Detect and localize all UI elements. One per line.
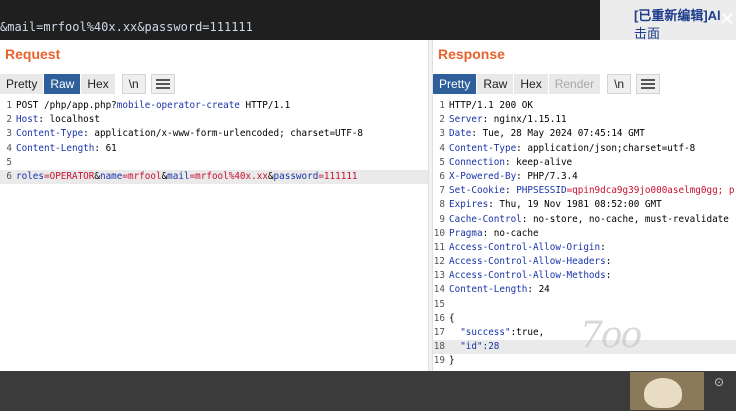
request-tab-hex[interactable]: Hex [81, 73, 115, 94]
request-line: 1 POST /php/app.php?mobile-operator-creat… [6, 100, 291, 111]
response-view-tabs: Pretty Raw Hex Render \n [433, 73, 661, 94]
response-line: 10 Pragma: no-cache [433, 227, 539, 239]
request-pane: Request Pretty Raw Hex \n 1 POST /php/app… [0, 40, 428, 371]
request-body-line: 6 roles=OPERATOR&name=mrfool&mail=mrfool%… [0, 169, 428, 185]
background-browser-bar: &mail=mrfool%40x.xx&password=111111 [已重新… [0, 0, 736, 41]
response-line: 7 Set-Cookie: PHPSESSID=qpin9dca9g39jo000… [439, 185, 735, 197]
response-line: 9 Cache-Control: no-store, no-cache, must… [439, 213, 729, 225]
response-tab-render[interactable]: Render [548, 73, 601, 94]
request-line: 5 [6, 156, 12, 168]
request-tab-pretty[interactable]: Pretty [0, 73, 44, 94]
clock-icon: ⊙ [714, 375, 725, 389]
background-footer: ⊙ [0, 371, 736, 411]
response-line: 2 Server: nginx/1.15.11 [439, 114, 567, 126]
request-newline-toggle[interactable]: \n [121, 73, 146, 94]
request-tab-raw[interactable]: Raw [44, 73, 81, 94]
response-menu-icon[interactable] [636, 73, 661, 94]
request-title: Request [5, 46, 61, 62]
background-thumbnail [630, 372, 704, 410]
background-side-panel: [已重新编辑]Al 击面 [600, 0, 736, 41]
request-editor[interactable]: 1 POST /php/app.php?mobile-operator-creat… [0, 99, 428, 185]
response-line: 3 Date: Tue, 28 May 2024 07:45:14 GMT [439, 128, 645, 140]
response-line: 14 Content-Length: 24 [433, 284, 550, 296]
response-line: 6 X-Powered-By: PHP/7.3.4 [439, 170, 578, 182]
response-line: 19} [433, 355, 455, 367]
request-view-tabs: Pretty Raw Hex \n [0, 73, 176, 94]
background-side-title: [已重新编辑]Al [634, 8, 721, 23]
response-line: 13 Access-Control-Allow-Methods: [433, 270, 612, 282]
pane-splitter[interactable] [428, 40, 433, 371]
response-tab-hex[interactable]: Hex [514, 73, 548, 94]
request-line: 4 Content-Length: 61 [6, 142, 117, 154]
response-line: 4 Content-Type: application/json;charset=… [439, 142, 696, 154]
close-icon[interactable]: ✕ [719, 10, 735, 30]
response-line: 5 Connection: keep-alive [439, 156, 573, 168]
response-title: Response [438, 46, 505, 62]
response-line: 15 [433, 298, 445, 310]
response-line: 12 Access-Control-Allow-Headers: [433, 256, 612, 268]
background-url-text: &mail=mrfool%40x.xx&password=111111 [0, 20, 253, 34]
request-line: 2 Host: localhost [6, 114, 100, 126]
response-newline-toggle[interactable]: \n [607, 73, 632, 94]
response-line: 8 Expires: Thu, 19 Nov 1981 08:52:00 GMT [439, 199, 662, 211]
response-tab-raw[interactable]: Raw [477, 73, 514, 94]
response-tab-pretty[interactable]: Pretty [433, 73, 477, 94]
request-menu-icon[interactable] [150, 73, 175, 94]
request-line: 3 Content-Type: application/x-www-form-ur… [6, 128, 364, 140]
response-line: 11 Access-Control-Allow-Origin: [433, 241, 606, 253]
watermark-logo: 7oo [580, 315, 642, 356]
response-line: 1 HTTP/1.1 200 OK [439, 100, 533, 111]
